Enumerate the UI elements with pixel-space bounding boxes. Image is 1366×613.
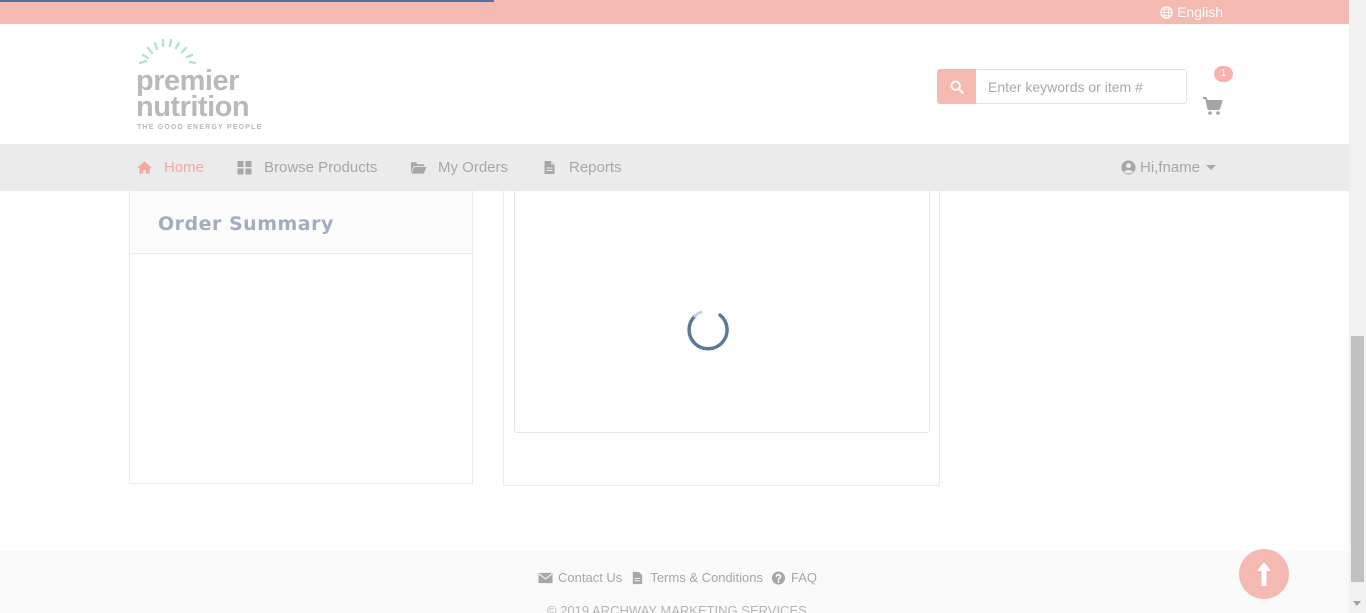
nav-my-orders[interactable]: My Orders: [410, 144, 508, 191]
loading-card: [514, 191, 930, 433]
grid-icon: [237, 161, 252, 175]
arrow-up-icon: [1257, 562, 1271, 586]
envelope-icon: [538, 572, 553, 583]
copyright-text: © 2019 ARCHWAY MARKETING SERVICES: [547, 603, 807, 613]
question-circle-icon: [771, 570, 786, 585]
caret-down-icon: [1206, 165, 1217, 170]
home-icon: [136, 161, 153, 174]
footer: Contact Us Terms & Conditions FAQ © 2019…: [0, 551, 1349, 613]
logo-text-nutrition: nutrition: [136, 91, 250, 123]
contact-us-label: Contact Us: [558, 570, 623, 585]
nav-browse-products[interactable]: Browse Products: [236, 144, 377, 191]
faq-link[interactable]: FAQ: [771, 570, 817, 585]
scroll-down-arrow-icon[interactable]: [1353, 601, 1361, 606]
document-icon: [544, 161, 555, 174]
nav-home[interactable]: Home: [136, 144, 204, 191]
page: English premier nutrition THE GOOD ENERG…: [0, 0, 1366, 613]
footer-links: Contact Us Terms & Conditions FAQ: [538, 570, 825, 585]
contact-us-link[interactable]: Contact Us: [538, 570, 622, 585]
search-input[interactable]: [976, 69, 1187, 104]
user-menu[interactable]: Hi,fname: [1121, 144, 1217, 191]
search-button[interactable]: [937, 69, 976, 104]
logo-tagline: THE GOOD ENERGY PEOPLE: [137, 124, 263, 131]
nav-orders-label: My Orders: [438, 159, 509, 176]
nav-reports[interactable]: Reports: [541, 144, 622, 191]
main-nav: Home Browse Products My Orders Reports H…: [0, 144, 1349, 191]
top-bar: English: [0, 0, 1349, 24]
language-label: English: [1177, 4, 1223, 20]
search-icon: [950, 80, 964, 94]
faq-label: FAQ: [791, 570, 818, 585]
page-loading-bar: [0, 0, 494, 2]
user-greeting: Hi,fname: [1140, 159, 1201, 176]
order-summary-title: Order Summary: [130, 191, 472, 254]
nav-home-label: Home: [164, 159, 205, 176]
content-panel: [503, 191, 940, 486]
logo-rays-icon: [138, 38, 197, 65]
cart-count-badge: 1: [1214, 66, 1233, 82]
order-summary-panel: Order Summary: [129, 191, 473, 484]
nav-browse-label: Browse Products: [264, 159, 378, 176]
search-bar: [937, 69, 1187, 104]
terms-link[interactable]: Terms & Conditions: [630, 570, 763, 585]
folder-icon: [410, 162, 427, 174]
page-scrollbar[interactable]: [1349, 0, 1366, 613]
document-icon: [633, 571, 643, 584]
cart-button[interactable]: [1202, 96, 1226, 120]
loading-spinner-icon: [687, 310, 729, 351]
scroll-to-top-button[interactable]: [1239, 549, 1289, 599]
nav-reports-label: Reports: [569, 159, 622, 176]
scrollbar-thumb[interactable]: [1351, 336, 1364, 582]
cart-icon: [1203, 97, 1223, 115]
header: premier nutrition THE GOOD ENERGY PEOPLE: [0, 24, 1349, 144]
premier-nutrition-logo[interactable]: premier nutrition THE GOOD ENERGY PEOPLE: [136, 36, 276, 136]
terms-label: Terms & Conditions: [650, 570, 764, 585]
language-selector[interactable]: English: [1160, 4, 1223, 20]
user-circle-icon: [1121, 160, 1136, 175]
globe-icon: [1160, 5, 1173, 19]
